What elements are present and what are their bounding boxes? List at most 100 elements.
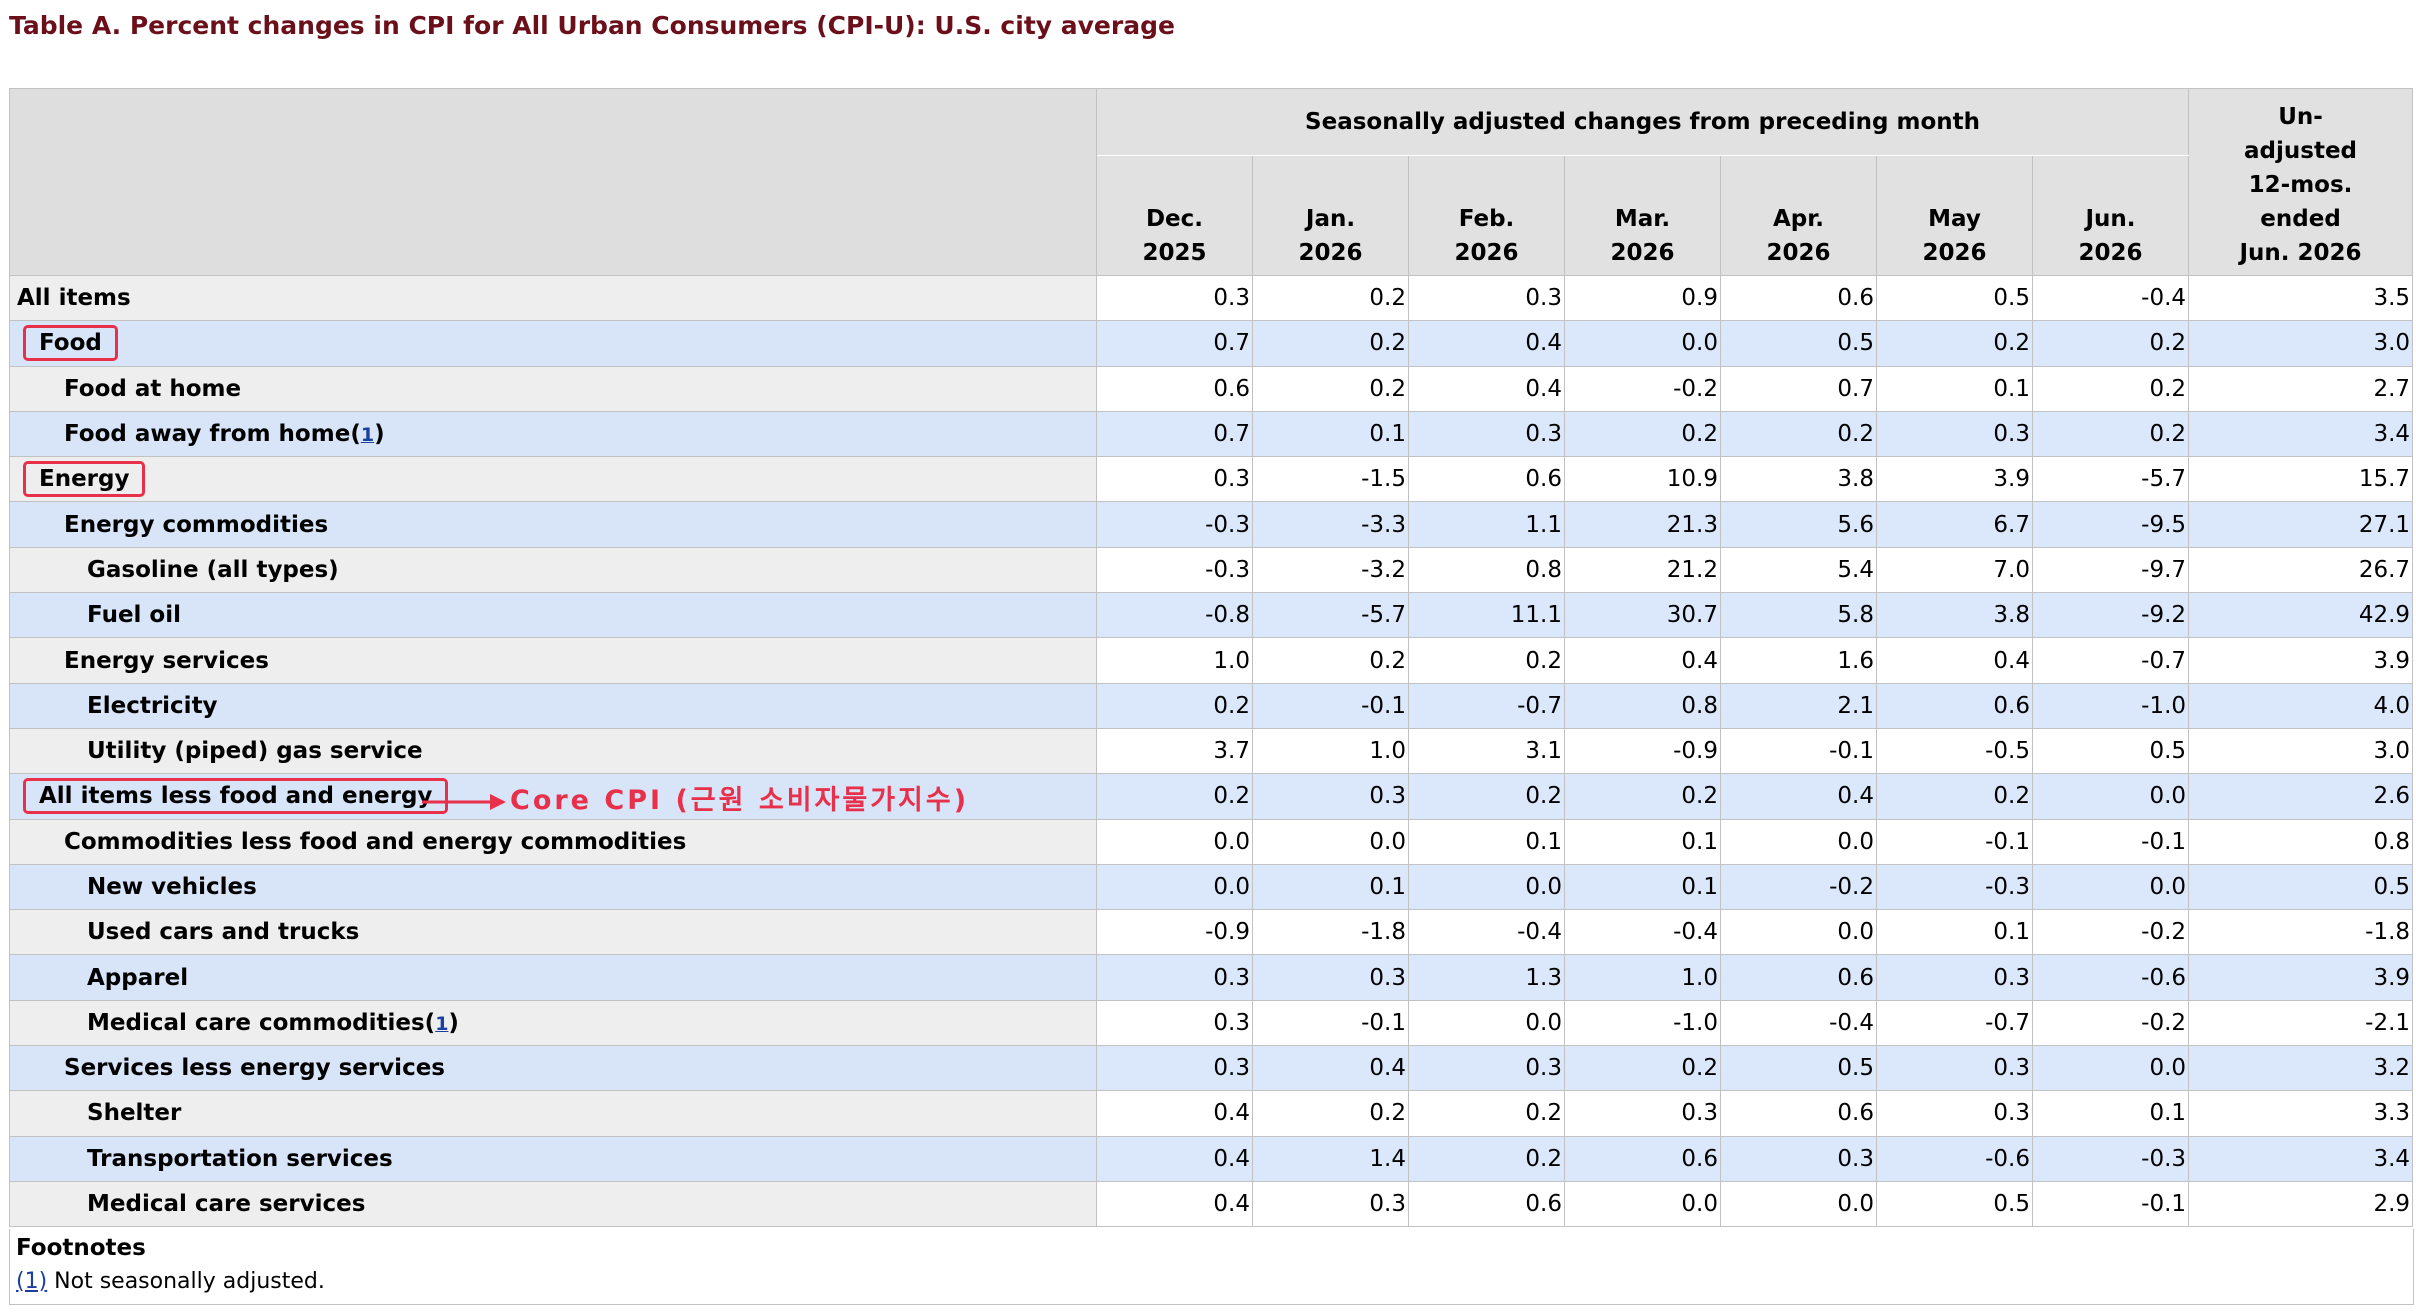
row-label-cell: Commodities less food and energy commodi… bbox=[9, 818, 1097, 865]
unadjusted-value-cell: 42.9 bbox=[2188, 592, 2414, 639]
row-label: New vehicles bbox=[87, 874, 257, 900]
table-row: Medical care commodities(1) 0.3 -0.1 0.0 -1.… bbox=[9, 999, 2414, 1047]
value-cell: 0.5 bbox=[1720, 1045, 1877, 1092]
value-cell: 0.4 bbox=[1720, 773, 1877, 820]
cpi-table: Seasonally adjusted changes from precedi… bbox=[9, 88, 2414, 1228]
row-label: Food bbox=[39, 330, 102, 357]
value-cell: 0.3 bbox=[1876, 954, 2033, 1001]
row-label-cell: Electricity bbox=[9, 682, 1097, 729]
value-cell: 0.2 bbox=[1408, 773, 1565, 820]
table-row: Electricity 0.2 -0.1 -0.7 0.8 2.1 0.6 -1.0 4.0 bbox=[9, 682, 2414, 729]
value-cell: 0.4 bbox=[1096, 1090, 1253, 1137]
row-label-cell: Medical care commodities(1) bbox=[9, 999, 1097, 1047]
value-cell: -0.3 bbox=[1096, 546, 1253, 594]
unadjusted-value-cell: 0.5 bbox=[2188, 863, 2414, 911]
value-cell: 0.1 bbox=[1564, 863, 1721, 911]
value-cell: -0.7 bbox=[2031, 637, 2190, 684]
value-cell: 0.1 bbox=[1876, 909, 2033, 956]
footnote-link[interactable]: (1) bbox=[16, 1269, 47, 1294]
month-header: Feb. 2026 bbox=[1408, 155, 1565, 276]
value-cell: -0.5 bbox=[1876, 727, 2033, 775]
highlight-box: All items less food and energy bbox=[23, 778, 449, 815]
value-cell: 0.2 bbox=[1252, 365, 1409, 412]
table-row: Utility (piped) gas service 3.7 1.0 3.1 -0.9… bbox=[9, 727, 2414, 775]
seasonally-adjusted-header: Seasonally adjusted changes from precedi… bbox=[1095, 88, 2190, 156]
value-cell: 0.1 bbox=[2031, 1090, 2190, 1137]
row-label: Food at home bbox=[64, 375, 242, 402]
table-row: Apparel 0.3 0.3 1.3 1.0 0.6 0.3 -0.6 3.9 bbox=[9, 954, 2414, 1001]
value-cell: 0.8 bbox=[1564, 682, 1721, 729]
row-label: Gasoline (all types) bbox=[87, 556, 339, 583]
row-label-cell: Energy services bbox=[9, 637, 1097, 684]
row-label: Fuel oil bbox=[87, 602, 181, 629]
value-cell: 1.1 bbox=[1408, 501, 1565, 548]
footnote-ref-link[interactable]: 1 bbox=[435, 1013, 448, 1035]
highlight-box: Food bbox=[23, 325, 118, 362]
value-cell: 0.1 bbox=[1876, 365, 2033, 412]
value-cell: 0.3 bbox=[1408, 274, 1565, 322]
value-cell: 0.3 bbox=[1876, 1090, 2033, 1137]
table-row: Fuel oil -0.8 -5.7 11.1 30.7 5.8 3.8 -9.2 42.9 bbox=[9, 592, 2414, 639]
row-label-cell: Used cars and trucks bbox=[9, 909, 1097, 956]
row-label: All items bbox=[17, 285, 131, 312]
value-cell: 0.2 bbox=[1876, 320, 2033, 367]
row-label-cell: Gasoline (all types) bbox=[9, 546, 1097, 594]
unadjusted-value-cell: 2.6 bbox=[2188, 773, 2414, 820]
row-label: Medical care commodities bbox=[87, 1009, 425, 1036]
value-cell: 0.0 bbox=[2031, 773, 2190, 820]
value-cell: 0.6 bbox=[1408, 456, 1565, 503]
footnote-ref-link[interactable]: 1 bbox=[361, 424, 374, 446]
value-cell: 0.5 bbox=[1876, 1180, 2033, 1228]
table-row: Medical care services 0.4 0.3 0.6 0.0 0.0 0.5-… bbox=[9, 1180, 2414, 1228]
value-cell: -0.1 bbox=[1720, 727, 1877, 775]
value-cell: 7.0 bbox=[1876, 546, 2033, 594]
value-cell: 0.2 bbox=[2031, 365, 2190, 412]
value-cell: -1.5 bbox=[1252, 456, 1409, 503]
value-cell: -1.0 bbox=[1564, 999, 1721, 1047]
value-cell: -5.7 bbox=[1252, 592, 1409, 639]
value-cell: 1.3 bbox=[1408, 954, 1565, 1001]
value-cell: -3.2 bbox=[1252, 546, 1409, 594]
value-cell: -0.2 bbox=[2031, 909, 2190, 956]
value-cell: 0.7 bbox=[1720, 365, 1877, 412]
value-cell: -0.4 bbox=[2031, 274, 2190, 322]
value-cell: 1.0 bbox=[1096, 637, 1253, 684]
value-cell: 0.5 bbox=[1876, 274, 2033, 322]
value-cell: -0.2 bbox=[1720, 863, 1877, 911]
value-cell: 0.3 bbox=[1252, 773, 1409, 820]
value-cell: 0.2 bbox=[1252, 1090, 1409, 1137]
value-cell: 21.2 bbox=[1564, 546, 1721, 594]
unadjusted-value-cell: 2.7 bbox=[2188, 365, 2414, 412]
value-cell: -9.2 bbox=[2031, 592, 2190, 639]
row-label: Commodities less food and energy commodi… bbox=[64, 828, 687, 855]
value-cell: 21.3 bbox=[1564, 501, 1721, 548]
stub-header bbox=[9, 88, 1097, 276]
row-label: Energy bbox=[39, 466, 130, 493]
value-cell: 3.1 bbox=[1408, 727, 1565, 775]
value-cell: 0.0 bbox=[1252, 818, 1409, 865]
unadjusted-value-cell: 3.3 bbox=[2188, 1090, 2414, 1137]
value-cell: 0.3 bbox=[1252, 1180, 1409, 1228]
value-cell: 0.5 bbox=[2031, 727, 2190, 775]
value-cell: 0.2 bbox=[1096, 682, 1253, 729]
value-cell: -0.4 bbox=[1564, 909, 1721, 956]
row-label-cell: Utility (piped) gas service bbox=[9, 727, 1097, 775]
value-cell: -9.5 bbox=[2031, 501, 2190, 548]
value-cell: 1.0 bbox=[1564, 954, 1721, 1001]
value-cell: -0.6 bbox=[2031, 954, 2190, 1001]
value-cell: 0.3 bbox=[1252, 954, 1409, 1001]
value-cell: -1.8 bbox=[1252, 909, 1409, 956]
value-cell: -0.1 bbox=[1252, 999, 1409, 1047]
row-label-cell: Food bbox=[9, 320, 1097, 367]
row-label-cell: Fuel oil bbox=[9, 592, 1097, 639]
value-cell: 1.4 bbox=[1252, 1135, 1409, 1182]
value-cell: -0.4 bbox=[1408, 909, 1565, 956]
value-cell: 0.2 bbox=[1408, 637, 1565, 684]
value-cell: 3.9 bbox=[1876, 456, 2033, 503]
row-label-cell: Energy commodities bbox=[9, 501, 1097, 548]
value-cell: 0.5 bbox=[1720, 320, 1877, 367]
value-cell: 0.2 bbox=[1720, 410, 1877, 458]
value-cell: -0.4 bbox=[1720, 999, 1877, 1047]
value-cell: 0.4 bbox=[1252, 1045, 1409, 1092]
row-label-cell: Services less energy services bbox=[9, 1045, 1097, 1092]
